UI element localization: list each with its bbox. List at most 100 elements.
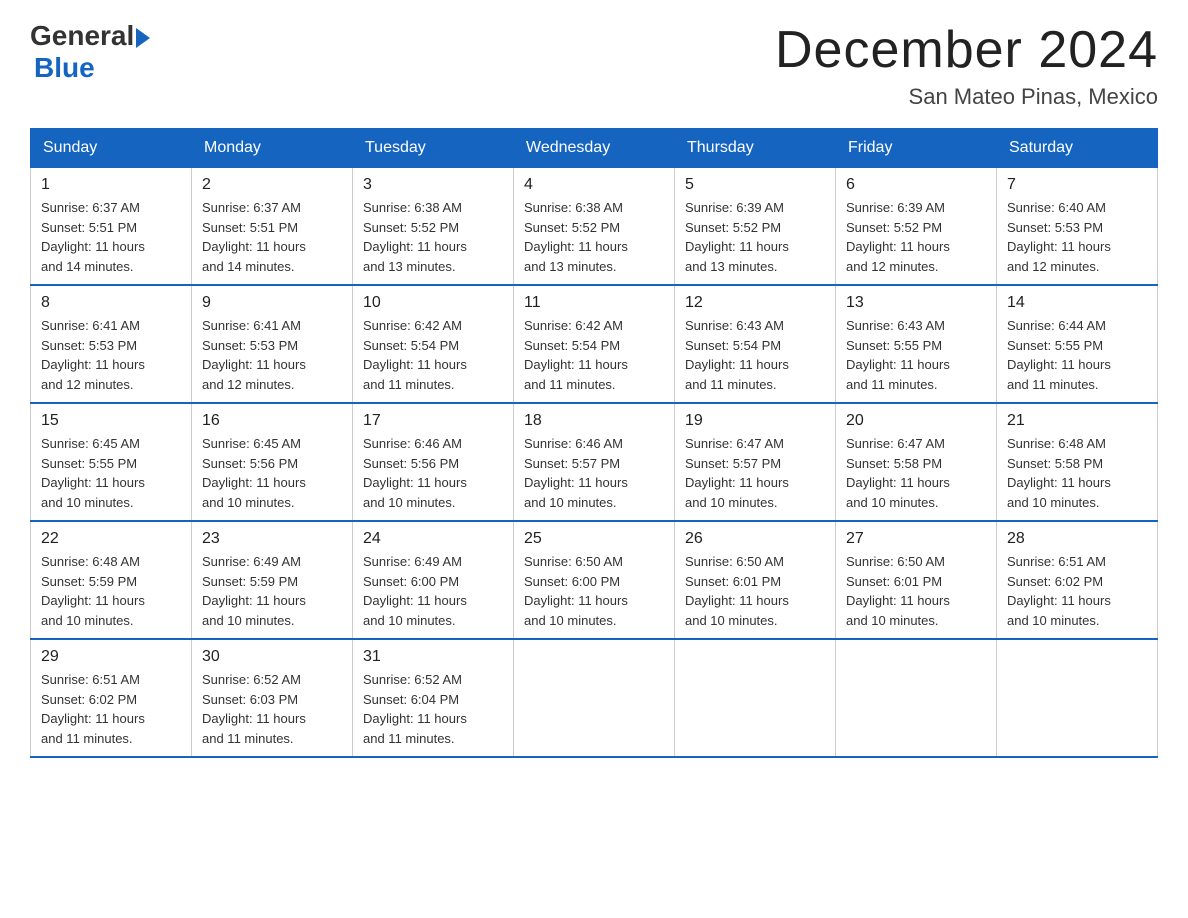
header-wednesday: Wednesday xyxy=(514,129,675,168)
calendar-cell: 17 Sunrise: 6:46 AMSunset: 5:56 PMDaylig… xyxy=(353,403,514,521)
day-number: 14 xyxy=(1007,294,1147,312)
day-number: 29 xyxy=(41,648,181,666)
day-number: 9 xyxy=(202,294,342,312)
day-number: 5 xyxy=(685,176,825,194)
day-number: 16 xyxy=(202,412,342,430)
calendar-cell: 14 Sunrise: 6:44 AMSunset: 5:55 PMDaylig… xyxy=(997,285,1158,403)
day-info: Sunrise: 6:50 AMSunset: 6:01 PMDaylight:… xyxy=(846,554,950,628)
day-number: 19 xyxy=(685,412,825,430)
calendar-cell: 4 Sunrise: 6:38 AMSunset: 5:52 PMDayligh… xyxy=(514,168,675,286)
calendar-cell: 11 Sunrise: 6:42 AMSunset: 5:54 PMDaylig… xyxy=(514,285,675,403)
day-info: Sunrise: 6:47 AMSunset: 5:57 PMDaylight:… xyxy=(685,436,789,510)
calendar-cell: 30 Sunrise: 6:52 AMSunset: 6:03 PMDaylig… xyxy=(192,639,353,757)
calendar-cell: 28 Sunrise: 6:51 AMSunset: 6:02 PMDaylig… xyxy=(997,521,1158,639)
day-info: Sunrise: 6:52 AMSunset: 6:04 PMDaylight:… xyxy=(363,672,467,746)
day-info: Sunrise: 6:40 AMSunset: 5:53 PMDaylight:… xyxy=(1007,200,1111,274)
calendar-cell: 3 Sunrise: 6:38 AMSunset: 5:52 PMDayligh… xyxy=(353,168,514,286)
logo-general: General xyxy=(30,20,134,52)
day-info: Sunrise: 6:49 AMSunset: 5:59 PMDaylight:… xyxy=(202,554,306,628)
day-info: Sunrise: 6:41 AMSunset: 5:53 PMDaylight:… xyxy=(202,318,306,392)
header-tuesday: Tuesday xyxy=(353,129,514,168)
day-number: 31 xyxy=(363,648,503,666)
calendar-table: Sunday Monday Tuesday Wednesday Thursday… xyxy=(30,128,1158,758)
calendar-week-5: 29 Sunrise: 6:51 AMSunset: 6:02 PMDaylig… xyxy=(31,639,1158,757)
day-info: Sunrise: 6:37 AMSunset: 5:51 PMDaylight:… xyxy=(41,200,145,274)
day-info: Sunrise: 6:51 AMSunset: 6:02 PMDaylight:… xyxy=(1007,554,1111,628)
day-info: Sunrise: 6:47 AMSunset: 5:58 PMDaylight:… xyxy=(846,436,950,510)
calendar-cell xyxy=(997,639,1158,757)
header-thursday: Thursday xyxy=(675,129,836,168)
calendar-subtitle: San Mateo Pinas, Mexico xyxy=(775,84,1158,110)
calendar-week-4: 22 Sunrise: 6:48 AMSunset: 5:59 PMDaylig… xyxy=(31,521,1158,639)
calendar-cell: 19 Sunrise: 6:47 AMSunset: 5:57 PMDaylig… xyxy=(675,403,836,521)
day-number: 11 xyxy=(524,294,664,312)
logo: General Blue xyxy=(30,20,150,84)
day-number: 10 xyxy=(363,294,503,312)
day-info: Sunrise: 6:39 AMSunset: 5:52 PMDaylight:… xyxy=(685,200,789,274)
calendar-cell xyxy=(675,639,836,757)
calendar-cell: 1 Sunrise: 6:37 AMSunset: 5:51 PMDayligh… xyxy=(31,168,192,286)
calendar-cell: 10 Sunrise: 6:42 AMSunset: 5:54 PMDaylig… xyxy=(353,285,514,403)
calendar-cell: 23 Sunrise: 6:49 AMSunset: 5:59 PMDaylig… xyxy=(192,521,353,639)
day-info: Sunrise: 6:41 AMSunset: 5:53 PMDaylight:… xyxy=(41,318,145,392)
calendar-cell: 13 Sunrise: 6:43 AMSunset: 5:55 PMDaylig… xyxy=(836,285,997,403)
calendar-cell: 25 Sunrise: 6:50 AMSunset: 6:00 PMDaylig… xyxy=(514,521,675,639)
day-info: Sunrise: 6:49 AMSunset: 6:00 PMDaylight:… xyxy=(363,554,467,628)
calendar-title: December 2024 xyxy=(775,20,1158,80)
day-info: Sunrise: 6:37 AMSunset: 5:51 PMDaylight:… xyxy=(202,200,306,274)
day-number: 12 xyxy=(685,294,825,312)
calendar-week-3: 15 Sunrise: 6:45 AMSunset: 5:55 PMDaylig… xyxy=(31,403,1158,521)
calendar-cell xyxy=(836,639,997,757)
day-info: Sunrise: 6:43 AMSunset: 5:55 PMDaylight:… xyxy=(846,318,950,392)
calendar-header: Sunday Monday Tuesday Wednesday Thursday… xyxy=(31,129,1158,168)
day-info: Sunrise: 6:42 AMSunset: 5:54 PMDaylight:… xyxy=(363,318,467,392)
calendar-week-1: 1 Sunrise: 6:37 AMSunset: 5:51 PMDayligh… xyxy=(31,168,1158,286)
calendar-week-2: 8 Sunrise: 6:41 AMSunset: 5:53 PMDayligh… xyxy=(31,285,1158,403)
calendar-cell: 12 Sunrise: 6:43 AMSunset: 5:54 PMDaylig… xyxy=(675,285,836,403)
calendar-cell: 6 Sunrise: 6:39 AMSunset: 5:52 PMDayligh… xyxy=(836,168,997,286)
day-info: Sunrise: 6:46 AMSunset: 5:56 PMDaylight:… xyxy=(363,436,467,510)
header-friday: Friday xyxy=(836,129,997,168)
calendar-body: 1 Sunrise: 6:37 AMSunset: 5:51 PMDayligh… xyxy=(31,168,1158,758)
header-sunday: Sunday xyxy=(31,129,192,168)
day-number: 1 xyxy=(41,176,181,194)
header-saturday: Saturday xyxy=(997,129,1158,168)
calendar-cell: 8 Sunrise: 6:41 AMSunset: 5:53 PMDayligh… xyxy=(31,285,192,403)
day-info: Sunrise: 6:45 AMSunset: 5:55 PMDaylight:… xyxy=(41,436,145,510)
day-number: 4 xyxy=(524,176,664,194)
calendar-cell: 24 Sunrise: 6:49 AMSunset: 6:00 PMDaylig… xyxy=(353,521,514,639)
calendar-cell: 22 Sunrise: 6:48 AMSunset: 5:59 PMDaylig… xyxy=(31,521,192,639)
day-info: Sunrise: 6:44 AMSunset: 5:55 PMDaylight:… xyxy=(1007,318,1111,392)
header-row: Sunday Monday Tuesday Wednesday Thursday… xyxy=(31,129,1158,168)
day-number: 13 xyxy=(846,294,986,312)
calendar-cell: 27 Sunrise: 6:50 AMSunset: 6:01 PMDaylig… xyxy=(836,521,997,639)
day-info: Sunrise: 6:52 AMSunset: 6:03 PMDaylight:… xyxy=(202,672,306,746)
day-number: 2 xyxy=(202,176,342,194)
day-number: 21 xyxy=(1007,412,1147,430)
day-info: Sunrise: 6:48 AMSunset: 5:59 PMDaylight:… xyxy=(41,554,145,628)
day-info: Sunrise: 6:46 AMSunset: 5:57 PMDaylight:… xyxy=(524,436,628,510)
day-number: 17 xyxy=(363,412,503,430)
header-monday: Monday xyxy=(192,129,353,168)
day-number: 25 xyxy=(524,530,664,548)
calendar-cell: 21 Sunrise: 6:48 AMSunset: 5:58 PMDaylig… xyxy=(997,403,1158,521)
day-number: 27 xyxy=(846,530,986,548)
day-number: 3 xyxy=(363,176,503,194)
day-info: Sunrise: 6:50 AMSunset: 6:00 PMDaylight:… xyxy=(524,554,628,628)
calendar-cell: 26 Sunrise: 6:50 AMSunset: 6:01 PMDaylig… xyxy=(675,521,836,639)
day-info: Sunrise: 6:51 AMSunset: 6:02 PMDaylight:… xyxy=(41,672,145,746)
day-info: Sunrise: 6:45 AMSunset: 5:56 PMDaylight:… xyxy=(202,436,306,510)
calendar-cell: 2 Sunrise: 6:37 AMSunset: 5:51 PMDayligh… xyxy=(192,168,353,286)
day-info: Sunrise: 6:42 AMSunset: 5:54 PMDaylight:… xyxy=(524,318,628,392)
logo-blue: Blue xyxy=(34,52,150,84)
calendar-cell: 31 Sunrise: 6:52 AMSunset: 6:04 PMDaylig… xyxy=(353,639,514,757)
calendar-cell: 15 Sunrise: 6:45 AMSunset: 5:55 PMDaylig… xyxy=(31,403,192,521)
calendar-cell xyxy=(514,639,675,757)
day-number: 23 xyxy=(202,530,342,548)
day-info: Sunrise: 6:39 AMSunset: 5:52 PMDaylight:… xyxy=(846,200,950,274)
day-info: Sunrise: 6:48 AMSunset: 5:58 PMDaylight:… xyxy=(1007,436,1111,510)
day-number: 6 xyxy=(846,176,986,194)
calendar-cell: 20 Sunrise: 6:47 AMSunset: 5:58 PMDaylig… xyxy=(836,403,997,521)
day-number: 18 xyxy=(524,412,664,430)
calendar-cell: 29 Sunrise: 6:51 AMSunset: 6:02 PMDaylig… xyxy=(31,639,192,757)
